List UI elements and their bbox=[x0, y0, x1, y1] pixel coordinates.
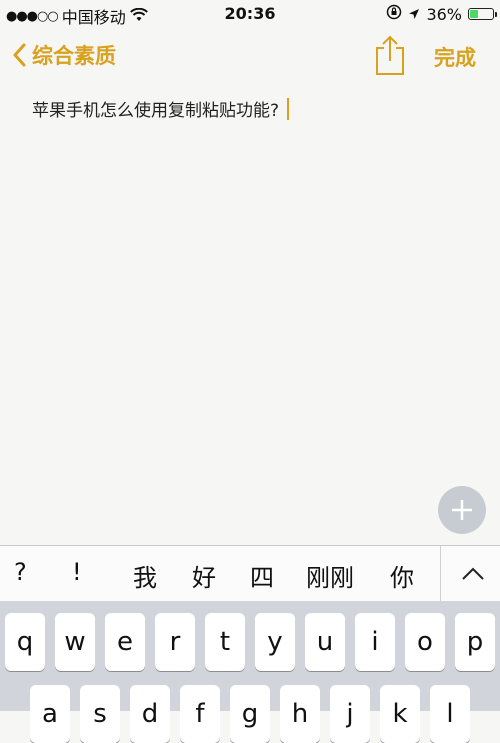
key-g[interactable]: g bbox=[230, 685, 270, 743]
text-cursor bbox=[287, 97, 290, 120]
share-icon bbox=[376, 35, 404, 75]
done-button[interactable]: 完成 bbox=[434, 42, 476, 72]
expand-candidates-button[interactable] bbox=[445, 558, 500, 590]
plus-icon bbox=[452, 500, 472, 520]
battery-icon bbox=[468, 8, 497, 20]
key-k[interactable]: k bbox=[380, 685, 420, 743]
candidate-divider bbox=[440, 546, 441, 602]
key-h[interactable]: h bbox=[280, 685, 320, 743]
candidate-bar: ? ! 我 好 四 刚刚 你 bbox=[0, 545, 500, 602]
candidate-item[interactable]: ! bbox=[72, 558, 82, 586]
back-label: 综合素质 bbox=[32, 44, 116, 68]
key-a[interactable]: a bbox=[30, 685, 70, 743]
key-w[interactable]: w bbox=[55, 613, 95, 671]
candidate-item[interactable]: ? bbox=[14, 558, 27, 586]
key-p[interactable]: p bbox=[455, 613, 495, 671]
key-s[interactable]: s bbox=[80, 685, 120, 743]
key-f[interactable]: f bbox=[180, 685, 220, 743]
key-i[interactable]: i bbox=[355, 613, 395, 671]
back-button[interactable]: 综合素质 bbox=[12, 40, 116, 70]
candidate-item[interactable]: 刚刚 bbox=[306, 558, 354, 593]
key-r[interactable]: r bbox=[155, 613, 195, 671]
navigation-bar: 综合素质 完成 bbox=[0, 30, 500, 82]
candidate-item[interactable]: 四 bbox=[250, 558, 274, 593]
location-icon bbox=[408, 5, 420, 24]
candidate-item[interactable]: 好 bbox=[192, 558, 216, 593]
key-d[interactable]: d bbox=[130, 685, 170, 743]
key-y[interactable]: y bbox=[255, 613, 295, 671]
candidate-item[interactable]: 我 bbox=[133, 558, 157, 593]
note-editor[interactable]: 苹果手机怎么使用复制粘贴功能? bbox=[32, 96, 290, 121]
candidate-item[interactable]: 你 bbox=[390, 558, 414, 593]
key-t[interactable]: t bbox=[205, 613, 245, 671]
keyboard: q w e r t y u i o p a s d f g h j k l bbox=[0, 601, 500, 743]
orientation-lock-icon bbox=[386, 4, 402, 24]
share-button[interactable] bbox=[372, 34, 408, 80]
note-text: 苹果手机怎么使用复制粘贴功能? bbox=[32, 101, 280, 121]
key-l[interactable]: l bbox=[430, 685, 470, 743]
add-button[interactable] bbox=[438, 486, 486, 534]
key-o[interactable]: o bbox=[405, 613, 445, 671]
status-bar: ●●●○○ 中国移动 20:36 36% bbox=[0, 0, 500, 28]
key-q[interactable]: q bbox=[5, 613, 45, 671]
status-right: 36% bbox=[386, 4, 497, 24]
key-j[interactable]: j bbox=[330, 685, 370, 743]
battery-percent: 36% bbox=[426, 4, 462, 24]
chevron-up-icon bbox=[461, 567, 484, 580]
key-e[interactable]: e bbox=[105, 613, 145, 671]
chevron-left-icon bbox=[13, 43, 26, 67]
key-u[interactable]: u bbox=[305, 613, 345, 671]
